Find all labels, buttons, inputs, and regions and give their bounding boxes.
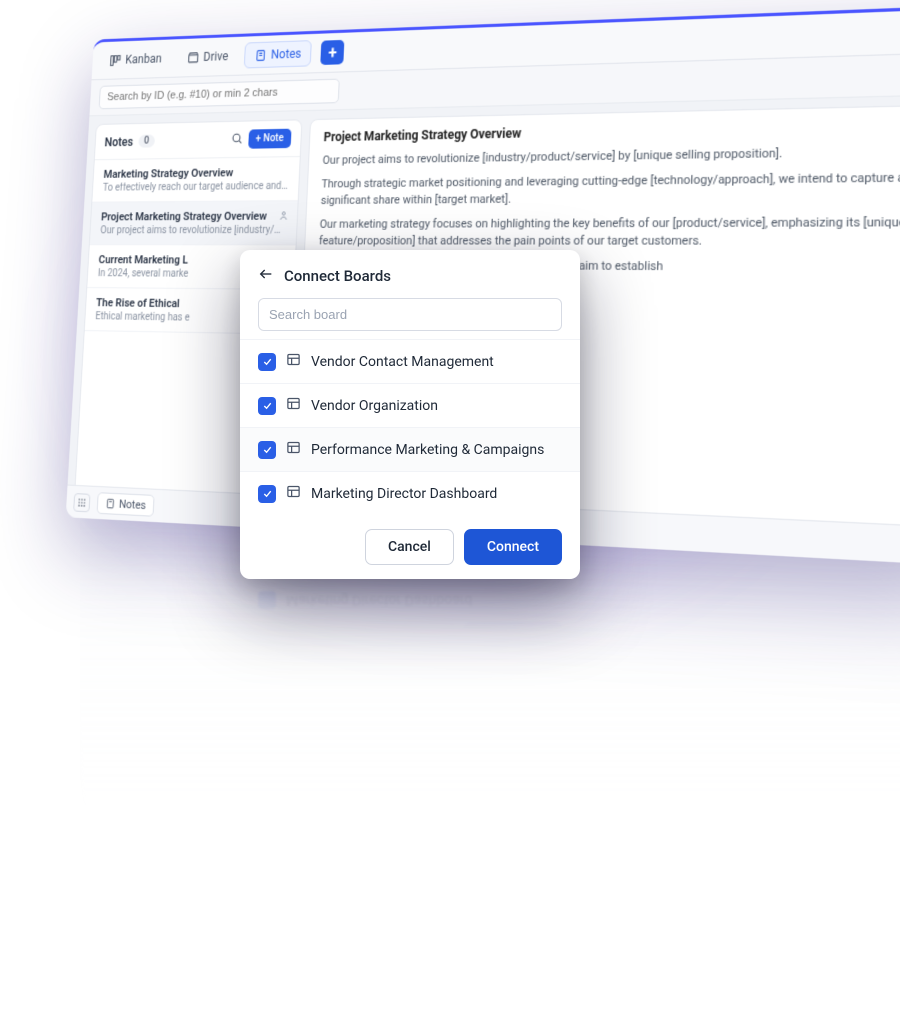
checkbox-checked[interactable] bbox=[258, 485, 276, 503]
drive-icon bbox=[187, 51, 200, 64]
doc-paragraph: Our marketing strategy focuses on highli… bbox=[319, 213, 900, 250]
board-option[interactable]: Marketing Director Dashboard bbox=[240, 471, 580, 515]
cancel-button[interactable]: Cancel bbox=[365, 529, 454, 565]
checkbox-checked[interactable] bbox=[258, 397, 276, 415]
doc-paragraph: Through strategic market positioning and… bbox=[320, 169, 900, 209]
doc-paragraph: Our project aims to revolutionize [indus… bbox=[322, 142, 900, 169]
board-name: Vendor Organization bbox=[311, 398, 438, 414]
tab-label: Drive bbox=[203, 49, 229, 64]
tab-label: Kanban bbox=[125, 52, 162, 67]
tab-label: Notes bbox=[271, 46, 302, 61]
board-search-input[interactable] bbox=[258, 298, 562, 331]
notes-count-badge: 0 bbox=[138, 135, 155, 148]
tab-notes[interactable]: Notes bbox=[243, 40, 312, 68]
board-option[interactable]: Performance Marketing & Campaigns bbox=[240, 427, 580, 471]
board-icon bbox=[286, 484, 301, 503]
modal-title: Connect Boards bbox=[284, 267, 391, 285]
board-name: Performance Marketing & Campaigns bbox=[311, 442, 544, 458]
new-note-button[interactable]: + Note bbox=[248, 129, 292, 149]
kanban-icon bbox=[109, 54, 121, 67]
notes-title: Notes bbox=[104, 134, 133, 148]
tab-kanban[interactable]: Kanban bbox=[99, 45, 172, 73]
notes-icon bbox=[105, 498, 116, 510]
app-grid-icon[interactable] bbox=[73, 493, 90, 512]
board-icon bbox=[286, 440, 301, 459]
board-option[interactable]: Vendor Contact Management bbox=[240, 339, 580, 383]
tab-drive[interactable]: Drive bbox=[176, 43, 239, 71]
note-item[interactable]: Project Marketing Strategy Overview Our … bbox=[90, 201, 298, 245]
search-icon[interactable] bbox=[230, 130, 243, 149]
connect-boards-modal: Connect Boards Vendor Contact Management… bbox=[240, 250, 580, 579]
global-search-input[interactable] bbox=[99, 79, 340, 110]
checkbox-checked[interactable] bbox=[258, 441, 276, 459]
doc-title: Project Marketing Strategy Overview bbox=[323, 117, 900, 144]
board-icon bbox=[286, 352, 301, 371]
board-name: Vendor Contact Management bbox=[311, 354, 494, 370]
board-icon bbox=[286, 396, 301, 415]
board-name: Marketing Director Dashboard bbox=[311, 486, 497, 502]
connect-button[interactable]: Connect bbox=[464, 529, 562, 565]
note-item[interactable]: Marketing Strategy Overview To effective… bbox=[92, 157, 300, 203]
add-view-button[interactable]: + bbox=[321, 40, 345, 65]
footer-tab-notes[interactable]: Notes bbox=[97, 492, 155, 517]
board-option[interactable]: Vendor Organization bbox=[240, 383, 580, 427]
assignee-icon bbox=[278, 209, 290, 221]
checkbox-checked[interactable] bbox=[258, 353, 276, 371]
notes-icon bbox=[254, 48, 267, 61]
back-arrow-icon[interactable] bbox=[258, 266, 274, 286]
